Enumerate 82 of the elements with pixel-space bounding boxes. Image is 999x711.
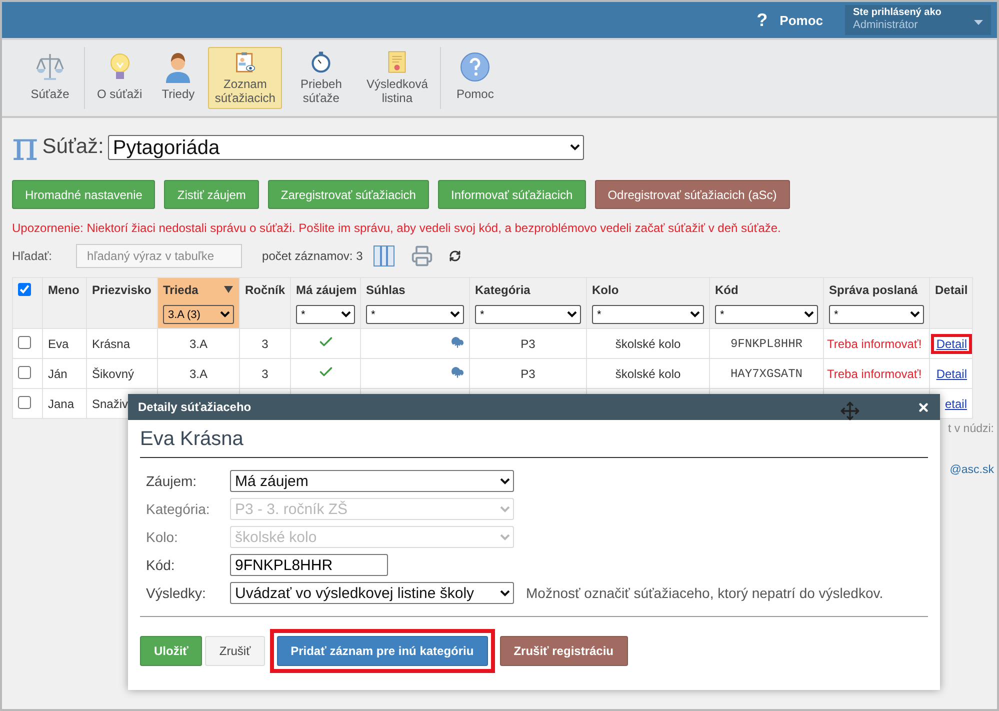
column-header[interactable]: Trieda — [163, 283, 234, 299]
dialog-button[interactable]: Zrušiť registráciu — [500, 636, 628, 666]
class-cell: 3.A — [189, 336, 208, 350]
code-field[interactable]: 9FNKPL8HHR — [230, 554, 388, 576]
toolbar-item[interactable]: Pomoc — [447, 47, 504, 109]
scales-icon — [35, 51, 65, 83]
refresh-icon[interactable] — [448, 250, 461, 262]
first-name-cell: Ján — [48, 366, 68, 380]
toolbar-item[interactable]: Triedy — [150, 47, 206, 109]
move-cursor-icon — [840, 401, 860, 421]
column-header[interactable]: Kolo — [592, 283, 704, 299]
round-cell: školské kolo — [615, 336, 681, 350]
field-note: Možnosť označiť súťažiaceho, ktorý nepatrí do výsledkov. — [526, 585, 884, 601]
first-name-cell: Eva — [48, 336, 69, 350]
last-name-cell: Snaživ — [92, 396, 128, 410]
field-label: Záujem: — [146, 473, 198, 489]
user-label: Ste prihlásený ako — [853, 7, 942, 18]
grade-cell: 3 — [262, 336, 268, 350]
help-link[interactable]: ? Pomoc — [756, 10, 823, 30]
competition-label: Súťaž: — [42, 135, 104, 159]
dialog-button[interactable]: Zrušiť — [205, 636, 265, 666]
logo: π — [12, 130, 38, 164]
row-checkbox[interactable] — [18, 396, 31, 408]
column-header[interactable]: Súhlas — [366, 283, 464, 299]
filter-select[interactable]: * — [366, 305, 464, 324]
competition-select[interactable]: Pytagoriáda — [108, 134, 584, 160]
filter-select[interactable]: * — [475, 305, 581, 324]
caret-icon — [974, 20, 983, 25]
first-name-cell: Jana — [48, 396, 74, 410]
record-count: počet záznamov: 3 — [262, 249, 363, 263]
search-field[interactable]: hľadaný výraz v tabuľke — [76, 244, 242, 268]
dialog-button[interactable]: Pridať záznam pre inú kategóriu — [276, 636, 488, 666]
column-header[interactable]: Správa poslaná — [829, 283, 924, 299]
message-status: Treba informovať! — [827, 336, 922, 350]
dialog-title: Detaily súťažiaceho — [138, 400, 252, 414]
cloud-upload-icon[interactable] — [451, 366, 464, 378]
action-button[interactable]: Odregistrovať súťažiacich (aSc) — [594, 180, 790, 209]
toolbar-item[interactable]: Výsledková listina — [360, 47, 434, 109]
column-header[interactable]: Kód — [715, 283, 818, 299]
toolbar-item[interactable]: Zoznam súťažiacich — [208, 47, 282, 109]
search-label: Hľadať: — [12, 249, 52, 263]
cloud-upload-icon[interactable] — [451, 336, 464, 348]
filter-select[interactable]: * — [296, 305, 355, 324]
contact-text: t v núdzi: — [948, 422, 994, 437]
last-name-cell: Krásna — [92, 336, 130, 350]
filter-select[interactable]: * — [829, 305, 924, 324]
field-label: Kategória: — [146, 501, 211, 517]
category-cell: P3 — [520, 336, 536, 350]
print-icon[interactable] — [410, 245, 433, 267]
toolbar-item[interactable]: Súťaže — [22, 47, 78, 109]
filter-select[interactable]: 3.A (3) — [163, 305, 234, 324]
field-label: Kód: — [146, 557, 176, 573]
row-checkbox[interactable] — [18, 336, 31, 348]
filter-select[interactable]: * — [592, 305, 704, 324]
code-cell: HAY7XGSATN — [730, 367, 802, 381]
detail-link[interactable]: Detail — [931, 334, 972, 354]
warning-text: Upozornenie: Niektorí žiaci nedostali správu o súťaži. Pošlite im správu, aby vedeli svoj kód, a bezproblémovo vedeli začať súťažiť v deň súťaže. — [12, 221, 782, 235]
grade-cell: 3 — [262, 366, 268, 380]
class-cell: 3.A — [189, 366, 208, 380]
row-checkbox[interactable] — [18, 366, 31, 378]
column-header[interactable]: Má záujem — [296, 283, 355, 299]
column-header[interactable]: Kategória — [475, 283, 581, 299]
category-cell: P3 — [520, 366, 536, 380]
user-name: Administrátor — [853, 19, 919, 31]
user-dropdown[interactable]: Ste prihlásený ako Administrátor — [845, 5, 991, 35]
filter-select[interactable]: * — [715, 305, 818, 324]
select-field[interactable]: Má záujem — [230, 470, 514, 492]
toolbar-item[interactable]: Priebeh súťaže — [284, 47, 358, 109]
last-name-cell: Šikovný — [92, 366, 134, 380]
select-all-checkbox[interactable] — [18, 283, 31, 296]
help-icon — [460, 51, 490, 83]
round-cell: školské kolo — [615, 366, 681, 380]
columns-icon[interactable] — [372, 245, 395, 267]
student-name: Eva Krásna — [140, 420, 928, 458]
contact-text: @asc.sk — [950, 463, 994, 478]
field-label: Kolo: — [146, 529, 179, 545]
code-cell: 9FNKPL8HHR — [730, 337, 802, 351]
close-icon[interactable] — [917, 400, 930, 414]
toolbar-item[interactable]: O súťaži — [91, 47, 148, 109]
field-label: Výsledky: — [146, 585, 207, 601]
message-status: Treba informovať! — [827, 366, 922, 380]
select-field[interactable]: Uvádzať vo výsledkovej listine školy — [230, 582, 514, 604]
